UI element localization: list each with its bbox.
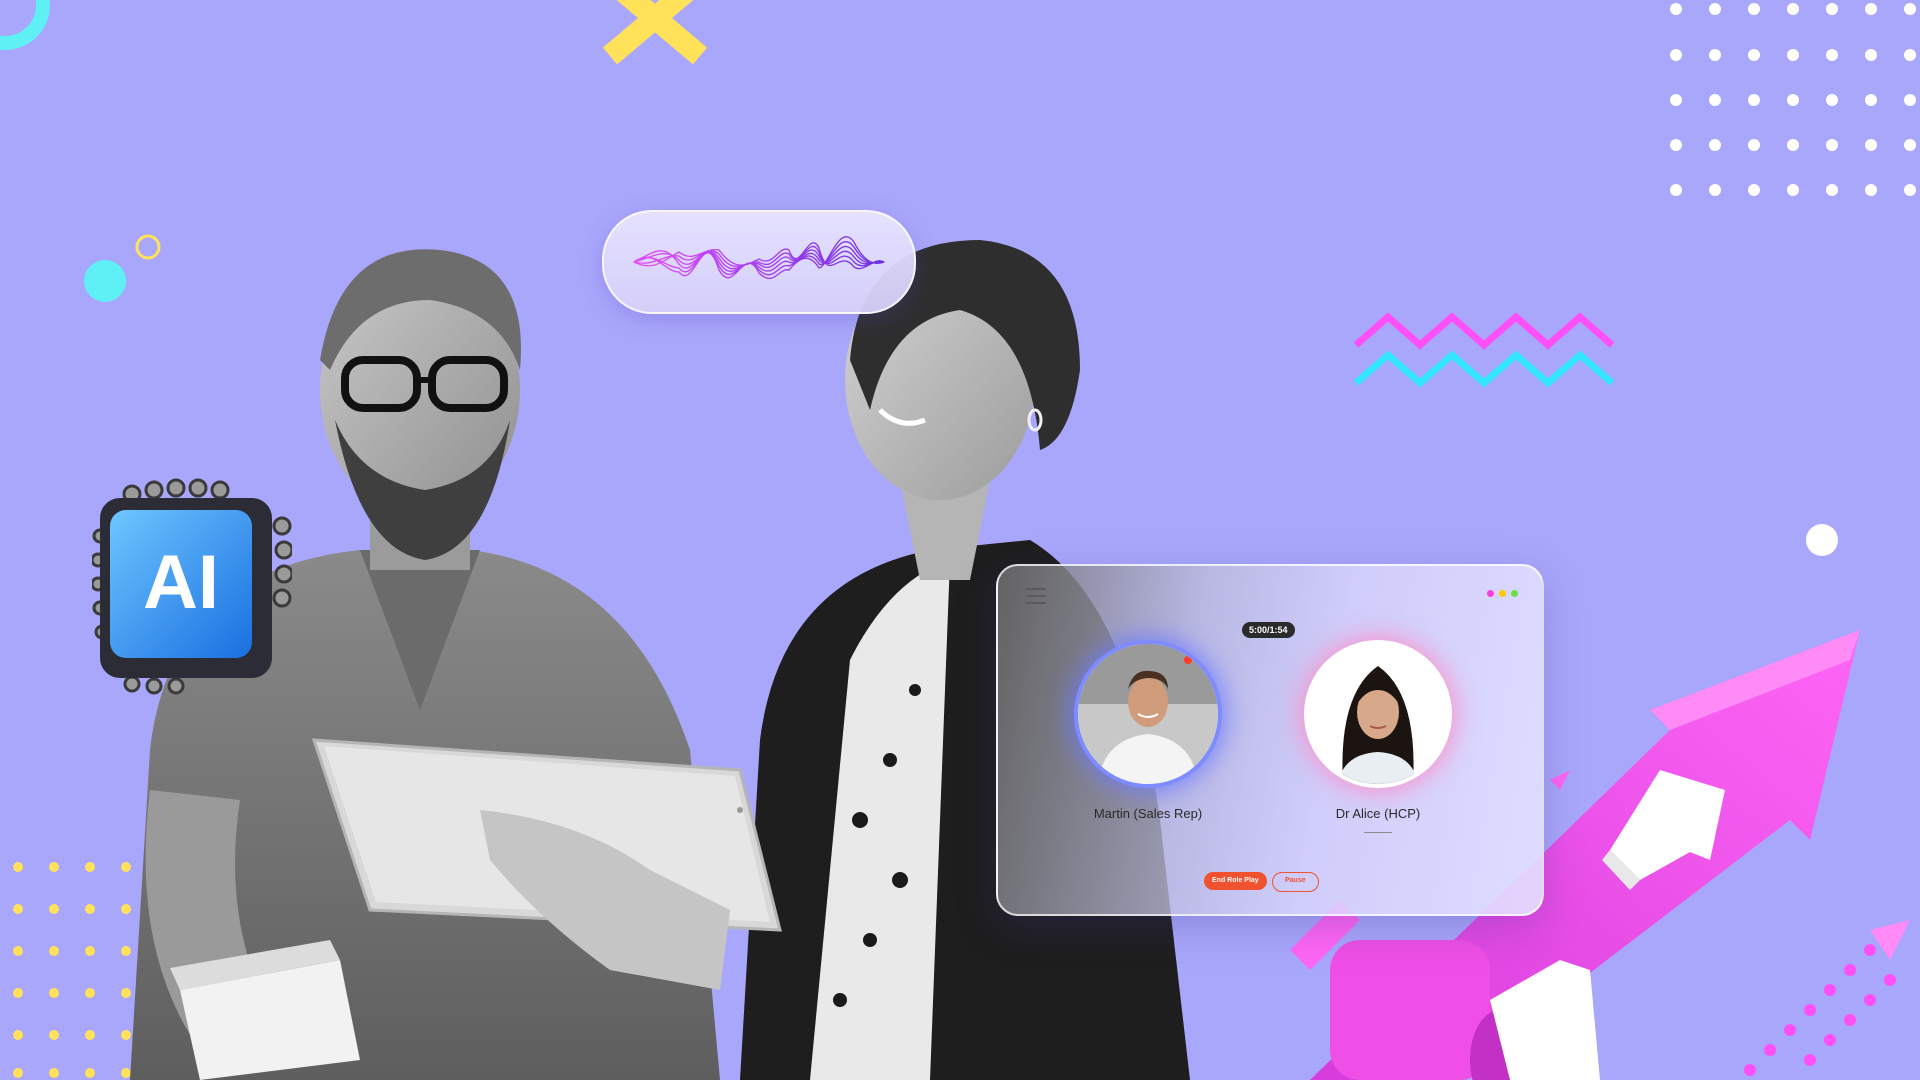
white-dot-grid-decoration: [1670, 3, 1916, 196]
window-dot-green: [1511, 590, 1518, 597]
session-timer: 5:00/1:54: [1242, 622, 1295, 638]
hero-banner: AI 5:00/1:54 Martin (Sales Rep) Dr Alice…: [0, 0, 1920, 1080]
white-dot-decoration: [1806, 524, 1838, 556]
role-play-session-card: 5:00/1:54 Martin (Sales Rep) Dr Alice (H…: [996, 564, 1544, 916]
hamburger-menu-icon[interactable]: [1026, 588, 1046, 604]
waveform-icon: [633, 236, 885, 280]
window-dot-yellow: [1499, 590, 1506, 597]
window-controls: [1487, 590, 1518, 597]
yellow-x-decoration: [602, 0, 708, 65]
avatar-alice: [1308, 644, 1448, 784]
hand-on-tablet: [480, 810, 730, 990]
ai-chip-label: AI: [143, 540, 219, 625]
end-role-play-button[interactable]: End Role Play: [1204, 872, 1267, 890]
audio-waveform-pill: [602, 210, 916, 314]
window-dot-magenta: [1487, 590, 1494, 597]
cyan-ring-decoration: [0, 0, 50, 50]
participant-name-alice: Dr Alice (HCP): [1335, 806, 1421, 821]
avatar-martin: [1078, 644, 1218, 784]
speaker-indicator-line: [1364, 832, 1392, 833]
woman-portrait-icon: [1308, 644, 1448, 784]
pause-button[interactable]: Pause: [1272, 872, 1319, 892]
zigzag-decoration: [1353, 312, 1615, 388]
participant-name-martin: Martin (Sales Rep): [1093, 806, 1203, 821]
ai-chip-icon: AI: [92, 478, 292, 695]
man-portrait-icon: [1078, 644, 1218, 784]
